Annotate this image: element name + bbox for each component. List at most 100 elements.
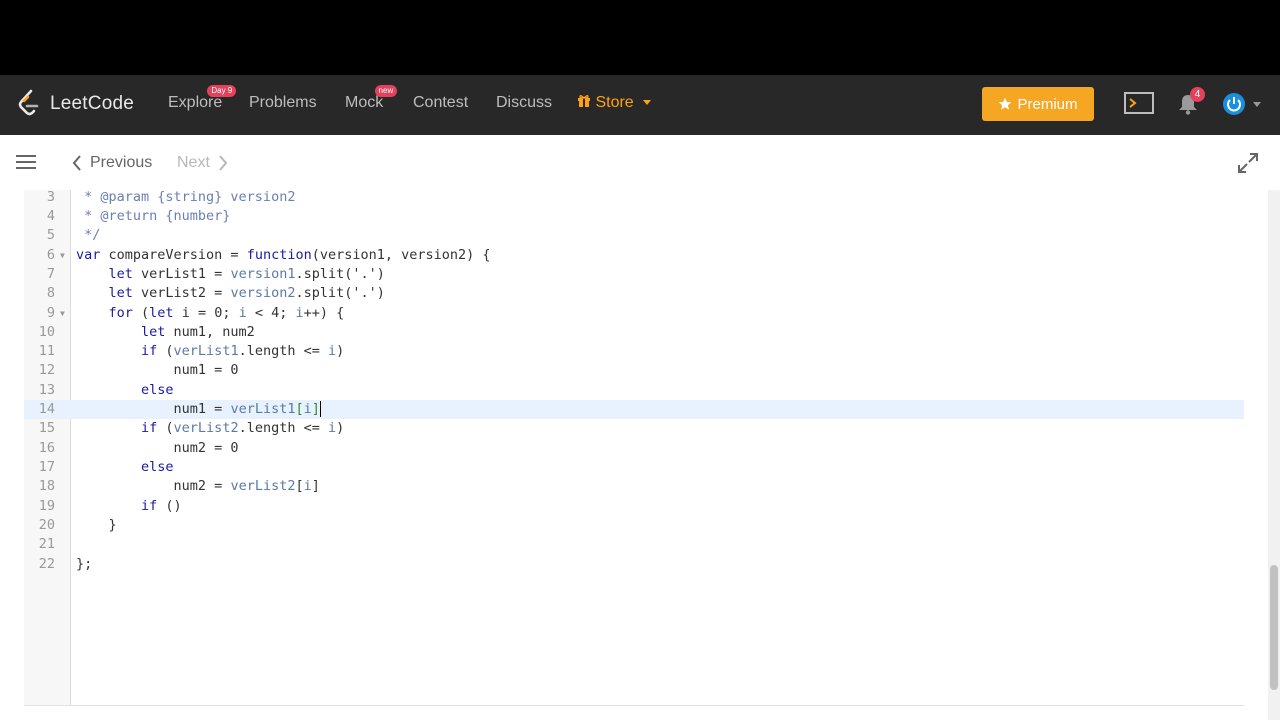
store-caret-icon — [643, 100, 652, 106]
line-number: 10 — [38, 324, 55, 340]
code-line[interactable]: 19 if () — [24, 497, 1244, 516]
nav-discuss[interactable]: Discuss — [496, 94, 552, 112]
code-text: for (let i = 0; i < 4; i++) { — [76, 305, 345, 321]
explore-day-badge: Day 9 — [207, 85, 237, 97]
nav-contest-label: Contest — [413, 94, 469, 111]
editor-bottom-border — [24, 705, 1244, 706]
nav-store[interactable]: Store — [577, 94, 652, 112]
nav-problems[interactable]: Problems — [249, 94, 317, 112]
nav-mock-label: Mock — [345, 94, 384, 111]
code-editor[interactable]: 3 * @param {string} version2 4 * @return… — [0, 188, 1280, 720]
problem-toolbar: Previous Next — [0, 135, 1280, 191]
code-text: } — [76, 517, 117, 533]
next-label: Next — [177, 154, 210, 171]
code-line[interactable]: 21 — [24, 535, 1244, 554]
hamburger-menu-icon — [16, 155, 36, 169]
code-line[interactable]: 3 * @param {string} version2 — [24, 188, 1244, 207]
code-text: let verList2 = version2.split('.') — [76, 285, 385, 301]
notification-count-badge: 4 — [1190, 87, 1205, 102]
next-button[interactable]: Next — [177, 154, 228, 172]
logo[interactable]: LeetCode — [16, 89, 134, 119]
nav-store-label: Store — [595, 94, 634, 111]
line-number: 22 — [38, 556, 55, 572]
text-cursor — [319, 401, 321, 417]
leetcode-logo-icon — [18, 89, 39, 116]
code-text: else — [76, 382, 174, 398]
code-line[interactable]: 5 */ — [24, 226, 1244, 245]
code-line[interactable]: 22 }; — [24, 555, 1244, 574]
avatar-power-icon — [1223, 93, 1245, 115]
terminal-icon — [1124, 92, 1154, 114]
nav-problems-label: Problems — [249, 94, 317, 111]
fold-arrow-icon[interactable]: ▼ — [60, 246, 65, 265]
top-navbar: LeetCode Explore Day 9 Problems Mock new… — [0, 75, 1280, 135]
code-text: if (verList1.length <= i) — [76, 343, 345, 359]
code-text: */ — [76, 227, 101, 243]
previous-button[interactable]: Previous — [72, 154, 152, 172]
menu-button[interactable] — [16, 153, 36, 171]
scrollbar-thumb[interactable] — [1270, 565, 1278, 690]
line-number: 4 — [46, 208, 55, 224]
code-line[interactable]: 10 let num1, num2 — [24, 323, 1244, 342]
code-text: if (verList2.length <= i) — [76, 420, 345, 436]
gift-icon — [578, 95, 590, 107]
line-number: 13 — [38, 382, 55, 398]
nav-mock[interactable]: Mock new — [345, 85, 398, 112]
code-line[interactable]: 12 num1 = 0 — [24, 361, 1244, 380]
code-line[interactable]: 9 ▼ for (let i = 0; i < 4; i++) { — [24, 304, 1244, 323]
line-number: 17 — [38, 459, 55, 475]
line-number: 5 — [46, 227, 55, 243]
expand-icon — [1238, 153, 1258, 173]
code-line[interactable]: 18 num2 = verList2[i] — [24, 477, 1244, 496]
star-icon — [999, 97, 1012, 110]
premium-button[interactable]: Premium — [982, 87, 1094, 121]
line-number: 3 — [46, 189, 55, 205]
line-number: 15 — [38, 420, 55, 436]
fold-arrow-icon[interactable]: ▼ — [60, 304, 65, 323]
line-number: 8 — [46, 285, 55, 301]
code-line[interactable]: 6 ▼ var compareVersion = function(versio… — [24, 246, 1244, 265]
code-line[interactable]: 16 num2 = 0 — [24, 439, 1244, 458]
previous-label: Previous — [90, 154, 153, 171]
line-number: 20 — [38, 517, 55, 533]
user-menu-caret-icon — [1253, 102, 1261, 107]
code-line-active[interactable]: 14 num1 = verList1[i] — [24, 400, 1244, 419]
code-text: var compareVersion = function(version1, … — [76, 247, 491, 263]
code-line[interactable]: 7 let verList1 = version1.split('.') — [24, 265, 1244, 284]
code-line[interactable]: 11 if (verList1.length <= i) — [24, 342, 1244, 361]
code-line[interactable]: 4 * @return {number} — [24, 207, 1244, 226]
code-line[interactable]: 8 let verList2 = version2.split('.') — [24, 284, 1244, 303]
line-number: 7 — [46, 266, 55, 282]
code-line[interactable]: 20 } — [24, 516, 1244, 535]
code-text: }; — [76, 556, 93, 572]
notifications-button[interactable]: 4 — [1177, 87, 1205, 120]
fullscreen-button[interactable] — [1237, 152, 1259, 174]
code-line[interactable]: 17 else — [24, 458, 1244, 477]
nav-contest[interactable]: Contest — [413, 94, 468, 112]
code-text: let num1, num2 — [76, 324, 255, 340]
line-number: 18 — [38, 478, 55, 494]
code-text: if () — [76, 498, 182, 514]
line-number: 11 — [38, 343, 55, 359]
chevron-left-icon — [72, 155, 81, 171]
code-text: num2 = 0 — [76, 440, 239, 456]
line-number: 6 — [46, 247, 55, 263]
nav-explore[interactable]: Explore Day 9 — [168, 85, 237, 112]
line-number: 12 — [38, 362, 55, 378]
code-text: * @return {number} — [76, 208, 231, 224]
code-text: else — [76, 459, 174, 475]
premium-label: Premium — [1017, 95, 1078, 113]
code-text: let verList1 = version1.split('.') — [76, 266, 385, 282]
line-number: 16 — [38, 440, 55, 456]
code-line[interactable]: 13 else — [24, 381, 1244, 400]
vertical-scrollbar[interactable] — [1268, 190, 1280, 720]
user-menu-button[interactable] — [1222, 92, 1261, 121]
chevron-right-icon — [219, 155, 228, 171]
line-number: 21 — [38, 536, 55, 552]
nav-discuss-label: Discuss — [496, 94, 553, 111]
console-button[interactable] — [1124, 91, 1154, 120]
code-line[interactable]: 15 if (verList2.length <= i) — [24, 419, 1244, 438]
code-text: num2 = verList2[i] — [76, 478, 320, 494]
code-text: * @param {string} version2 — [76, 189, 296, 205]
code-text: num1 = verList1[i] — [76, 401, 321, 417]
